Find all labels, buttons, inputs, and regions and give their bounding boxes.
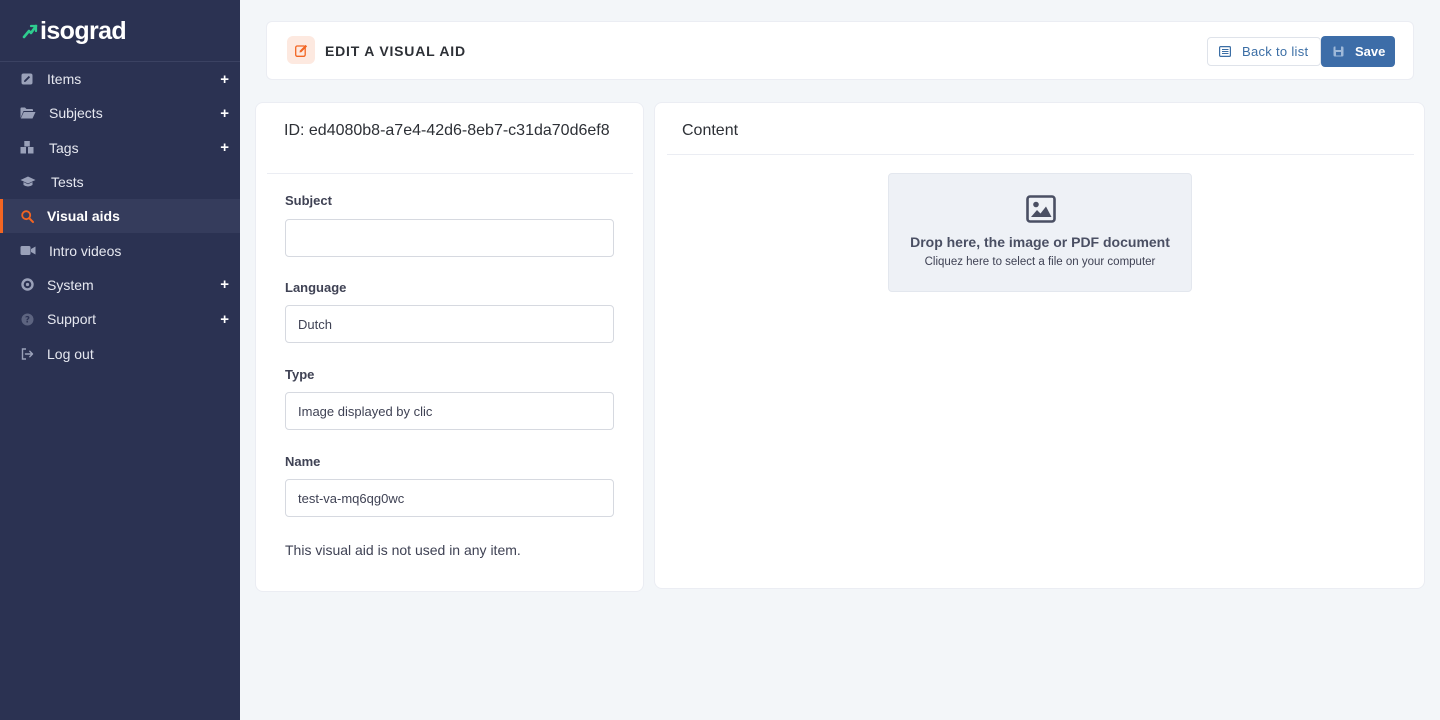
expand-plus-icon[interactable]: + — [220, 71, 229, 88]
page-header: EDIT A VISUAL AID Back to list Save — [266, 21, 1414, 80]
sidebar-item-label: System — [47, 276, 94, 293]
sidebar-item-tags[interactable]: Tags + — [0, 131, 240, 165]
sidebar-item-system[interactable]: System + — [0, 268, 240, 302]
back-to-list-button[interactable]: Back to list — [1207, 37, 1321, 66]
usage-note: This visual aid is not used in any item. — [285, 542, 521, 558]
visual-aid-form-card: ID: ed4080b8-a7e4-42d6-8eb7-c31da70d6ef8… — [255, 102, 644, 592]
card-divider — [667, 154, 1414, 155]
floppy-disk-icon — [1333, 46, 1344, 57]
content-title: Content — [682, 122, 739, 139]
card-divider — [267, 173, 633, 174]
file-dropzone[interactable]: Drop here, the image or PDF document Cli… — [888, 173, 1192, 292]
type-label: Type — [285, 367, 315, 382]
sidebar-item-items[interactable]: Items + — [0, 62, 240, 96]
sidebar-item-support[interactable]: ? Support + — [0, 302, 240, 336]
type-select[interactable]: Image displayed by clic — [285, 392, 614, 430]
svg-text:?: ? — [25, 315, 30, 325]
sidebar-item-label: Log out — [47, 345, 94, 362]
page-title: EDIT A VISUAL AID — [325, 43, 466, 59]
subject-field[interactable] — [285, 219, 614, 257]
sidebar-item-label: Tests — [51, 174, 84, 191]
language-select[interactable]: Dutch — [285, 305, 614, 343]
sign-out-icon — [20, 347, 34, 361]
content-card: Content Drop here, the image or PDF docu… — [654, 102, 1425, 589]
expand-plus-icon[interactable]: + — [220, 311, 229, 328]
question-circle-icon: ? — [20, 312, 34, 326]
gear-icon — [20, 278, 34, 292]
brand-name: isograd — [40, 16, 127, 45]
sidebar-item-visual-aids[interactable]: Visual aids — [0, 199, 240, 234]
sidebar-nav: Items + Subjects + Tags + Tests Visual a… — [0, 62, 240, 371]
expand-plus-icon[interactable]: + — [220, 105, 229, 122]
brand-logo[interactable]: isograd — [22, 16, 127, 46]
image-icon — [1026, 195, 1056, 223]
back-to-list-label: Back to list — [1242, 44, 1309, 59]
list-icon — [1219, 46, 1231, 57]
sidebar-item-label: Support — [47, 311, 97, 328]
search-icon — [20, 209, 34, 223]
isograd-logo-icon — [22, 24, 38, 39]
pencil-square-icon — [20, 72, 34, 86]
sidebar-item-label: Visual aids — [47, 208, 120, 225]
folder-open-icon — [20, 106, 36, 120]
sidebar-item-log-out[interactable]: Log out — [0, 336, 240, 370]
sidebar-item-label: Tags — [49, 139, 79, 156]
sidebar-item-label: Subjects — [49, 105, 103, 122]
sidebar-item-subjects[interactable]: Subjects + — [0, 96, 240, 130]
tags-icon — [20, 141, 34, 155]
visual-aid-id: ID: ed4080b8-a7e4-42d6-8eb7-c31da70d6ef8 — [284, 122, 610, 139]
sidebar: isograd Items + Subjects + Tags + Tests … — [0, 0, 240, 720]
save-label: Save — [1355, 44, 1386, 59]
sidebar-item-intro-videos[interactable]: Intro videos — [0, 233, 240, 267]
video-camera-icon — [20, 244, 36, 258]
dropzone-title: Drop here, the image or PDF document — [910, 234, 1170, 250]
sidebar-item-tests[interactable]: Tests — [0, 165, 240, 199]
expand-plus-icon[interactable]: + — [220, 276, 229, 293]
graduation-cap-icon — [20, 175, 36, 189]
name-field[interactable]: test-va-mq6qg0wc — [285, 479, 614, 517]
edit-icon — [287, 36, 315, 64]
name-label: Name — [285, 454, 321, 469]
save-button[interactable]: Save — [1321, 36, 1395, 67]
expand-plus-icon[interactable]: + — [220, 139, 229, 156]
dropzone-hint: Cliquez here to select a file on your co… — [924, 256, 1156, 268]
sidebar-item-label: Intro videos — [49, 242, 122, 259]
subject-label: Subject — [285, 193, 332, 208]
language-label: Language — [285, 280, 347, 295]
sidebar-item-label: Items — [47, 71, 82, 88]
